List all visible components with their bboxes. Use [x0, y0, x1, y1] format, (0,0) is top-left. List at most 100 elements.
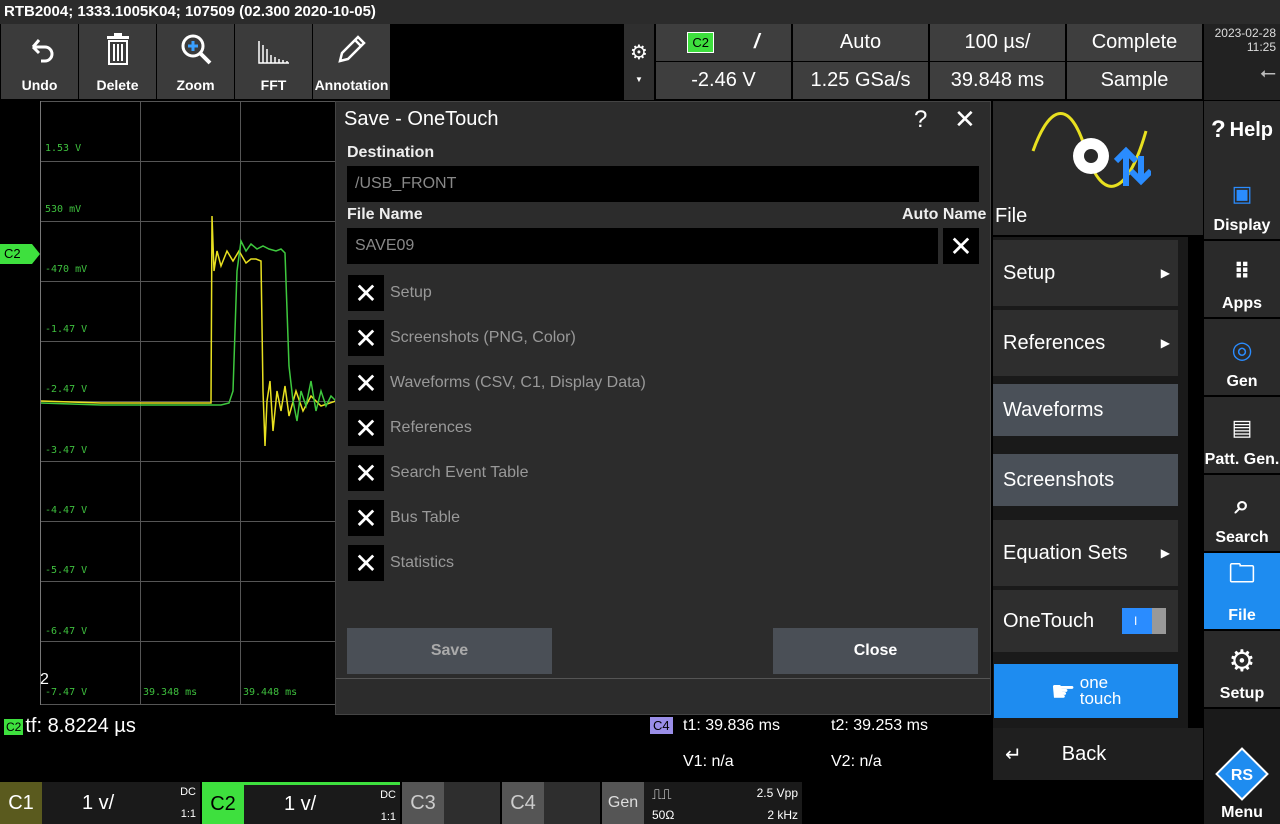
trigger-level[interactable]: -2.46 V [656, 62, 791, 99]
trace-c2 [41, 238, 336, 422]
horizontal-position[interactable]: 39.848 ms [930, 62, 1065, 99]
file-gear-icon [1031, 112, 1151, 188]
generator-status[interactable]: Gen ⎍⎍ 50Ω 2.5 Vpp 2 kHz [602, 782, 802, 824]
channel-c1[interactable]: C1 1 v/ DC 1:1 [0, 782, 200, 824]
checkbox[interactable]: ✕ [348, 455, 384, 491]
c4-label: C4 [502, 782, 544, 824]
checkbox[interactable]: ✕ [348, 500, 384, 536]
check-label: Setup [390, 284, 432, 301]
annotation-button[interactable]: Annotation [313, 24, 390, 99]
gear-icon: ⚙ [1228, 645, 1256, 678]
menu-setup[interactable]: Setup ▶ [993, 240, 1178, 306]
channel-c2[interactable]: C2 1 v/ DC 1:1 [202, 782, 400, 824]
display-button[interactable]: ▣ Display [1204, 163, 1280, 239]
filename-field[interactable]: SAVE09 [347, 228, 938, 264]
chevron-right-icon: ▶ [1160, 336, 1170, 350]
file-label: File [1228, 607, 1256, 624]
check-statistics[interactable]: ✕ Statistics [348, 545, 454, 581]
cursor-t2: t2: 39.253 ms [831, 717, 928, 734]
pattern-icon: ▤ [1231, 415, 1253, 440]
onetouch-line2: touch [1079, 689, 1122, 708]
undo-button[interactable]: Undo [1, 24, 78, 99]
file-button[interactable]: 🗀 File [1204, 553, 1280, 629]
measure-channel-badge: C2 [4, 718, 24, 735]
menu-references[interactable]: References ▶ [993, 310, 1178, 376]
menu-button[interactable]: RS Menu [1204, 709, 1280, 824]
checkbox[interactable]: ✕ [348, 275, 384, 311]
check-label: Waveforms (CSV, C1, Display Data) [390, 374, 646, 391]
check-label: References [390, 419, 472, 436]
checkbox[interactable]: ✕ [348, 365, 384, 401]
checkbox[interactable]: ✕ [348, 320, 384, 356]
c1-probe: 1:1 [180, 808, 196, 820]
menu-equation-sets[interactable]: Equation Sets ▶ [993, 520, 1178, 586]
close-icon[interactable]: ✕ [954, 104, 976, 135]
acq-settings-button[interactable]: ⚙ ▼ [624, 24, 654, 100]
cursor-readout[interactable]: C4 t1: 39.836 ms t2: 39.253 ms V1: n/a V… [640, 715, 992, 781]
help-button[interactable]: ? Help [1204, 101, 1280, 163]
setup-button[interactable]: ⚙ Setup [1204, 631, 1280, 707]
help-label: Help [1229, 118, 1273, 141]
check-setup[interactable]: ✕ Setup [348, 275, 432, 311]
trash-icon [106, 33, 129, 65]
menu-label: References [1003, 331, 1106, 354]
onetouch-button[interactable]: ☛ one touch [994, 664, 1178, 718]
check-waveforms[interactable]: ✕ Waveforms (CSV, C1, Display Data) [348, 365, 646, 401]
acq-mode[interactable]: Sample [1067, 62, 1202, 99]
scope-display[interactable]: 1.53 V 530 mV -470 mV -1.47 V -2.47 V -3… [0, 101, 336, 705]
close-button[interactable]: Close [773, 628, 978, 674]
fft-button[interactable]: FFT [235, 24, 312, 99]
trace-c1 [41, 215, 336, 447]
apps-button[interactable]: ⠿ Apps [1204, 241, 1280, 317]
gen-button[interactable]: ◎ Gen [1204, 319, 1280, 395]
measurement-readout[interactable]: C2 tf: 8.8224 µs [4, 715, 136, 738]
check-search-event-table[interactable]: ✕ Search Event Table [348, 455, 528, 491]
destination-field[interactable]: /USB_FRONT [347, 166, 979, 202]
search-button[interactable]: ⌕ Search [1204, 475, 1280, 551]
checkbox[interactable]: ✕ [348, 545, 384, 581]
trigger-slope-icon: / [754, 31, 760, 53]
onetouch-label: one touch [1079, 674, 1122, 708]
check-bus-table[interactable]: ✕ Bus Table [348, 500, 460, 536]
checkbox[interactable]: ✕ [348, 410, 384, 446]
menu-label: Menu [1221, 804, 1263, 821]
check-references[interactable]: ✕ References [348, 410, 472, 446]
menu-label: OneTouch [1003, 609, 1095, 632]
check-screenshots[interactable]: ✕ Screenshots (PNG, Color) [348, 320, 576, 356]
question-icon: ? [1210, 116, 1226, 143]
back-arrow-icon: ↵ [1005, 743, 1022, 766]
c2-scale: 1 v/ [284, 793, 317, 815]
trigger-source[interactable]: C2 / [656, 24, 791, 61]
autoname-checkbox[interactable]: ✕ [943, 228, 979, 264]
menu-label: Screenshots [1003, 468, 1115, 491]
ground-marker: 2 [40, 671, 49, 688]
timebase[interactable]: 100 µs/ [930, 24, 1065, 61]
onetouch-toggle[interactable]: I [1122, 608, 1166, 634]
clock-date: 2023-02-28 [1214, 26, 1276, 40]
zoom-label: Zoom [176, 77, 215, 93]
menu-waveforms[interactable]: Waveforms [993, 384, 1178, 436]
c2-coupling: DC [380, 789, 396, 801]
folder-icon: 🗀 [1228, 558, 1255, 588]
cursor-v1: V1: n/a [683, 753, 734, 770]
back-button[interactable]: ↵ Back [993, 728, 1203, 780]
delete-button[interactable]: Delete [79, 24, 156, 99]
search-icon: ⌕ [1234, 489, 1250, 519]
menu-label: Equation Sets [1003, 541, 1128, 564]
gen-label: Gen [602, 782, 644, 824]
channel-c3[interactable]: C3 [402, 782, 500, 824]
pattern-gen-button[interactable]: ▤ Patt. Gen. [1204, 397, 1280, 473]
save-onetouch-dialog: Save - OneTouch ? ✕ Destination /USB_FRO… [335, 101, 991, 715]
cursor-v2: V2: n/a [831, 753, 882, 770]
channel-marker-c2[interactable]: C2 [0, 244, 40, 264]
menu-onetouch[interactable]: OneTouch I [993, 590, 1178, 652]
display-icon: ▣ [1231, 181, 1253, 206]
help-icon[interactable]: ? [914, 106, 927, 134]
menu-screenshots[interactable]: Screenshots [993, 454, 1178, 506]
sample-rate[interactable]: 1.25 GSa/s [793, 62, 928, 99]
trigger-mode[interactable]: Auto [793, 24, 928, 61]
save-button[interactable]: Save [347, 628, 552, 674]
zoom-button[interactable]: Zoom [157, 24, 234, 99]
channel-c4[interactable]: C4 [502, 782, 600, 824]
acq-status[interactable]: Complete [1067, 24, 1202, 61]
